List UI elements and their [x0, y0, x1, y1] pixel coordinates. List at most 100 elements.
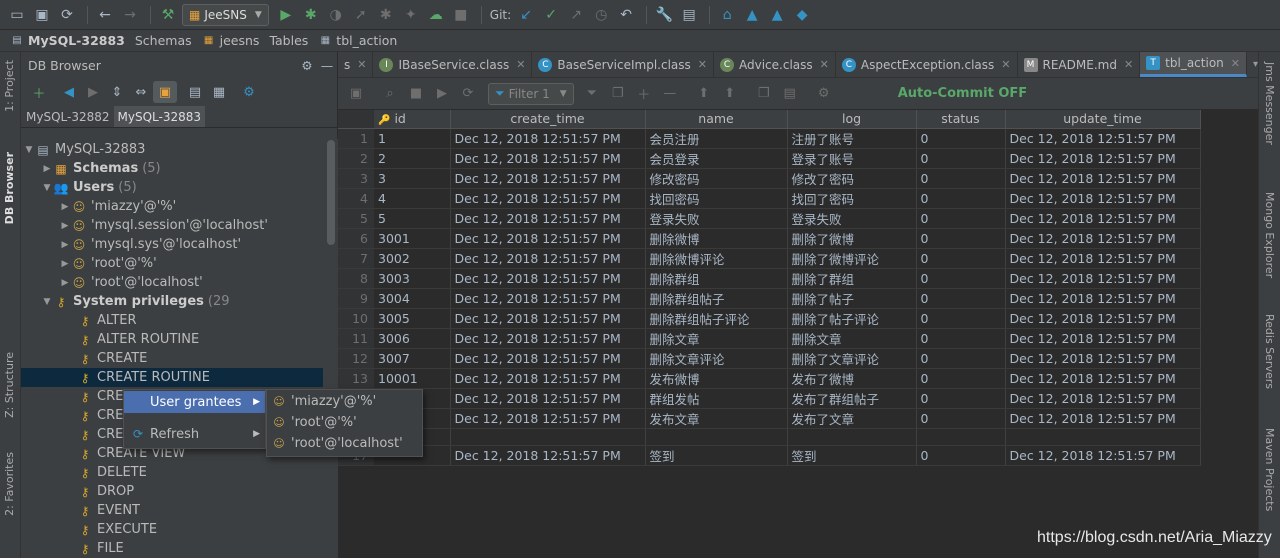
- stop-query-icon[interactable]: ■: [404, 83, 428, 105]
- run-tool-icon[interactable]: ✦: [400, 4, 422, 26]
- breadcrumb-connection[interactable]: ▤ MySQL-32883: [10, 33, 125, 48]
- tab-redis-servers[interactable]: Redis Servers: [1263, 314, 1276, 389]
- git-commit-icon[interactable]: ✓: [540, 4, 562, 26]
- table-cell[interactable]: [645, 428, 788, 446]
- table-cell[interactable]: 3005: [374, 308, 451, 329]
- table-cell[interactable]: 3004: [374, 288, 451, 309]
- clear-filter-icon[interactable]: ⏷: [580, 83, 604, 105]
- table-row[interactable]: 13 10001 Dec 12, 2018 12:51:57 PM 发布微博 发布了微博…: [338, 368, 1201, 389]
- table-cell[interactable]: 0: [916, 368, 1006, 389]
- copy-icon[interactable]: ❐: [752, 83, 776, 105]
- table-cell[interactable]: 签到: [645, 445, 788, 466]
- table-row[interactable]: 9 3004 Dec 12, 2018 12:51:57 PM 删除群组帖子 删除了帖子…: [338, 288, 1201, 309]
- table-cell[interactable]: Dec 12, 2018 12:51:57 PM: [450, 228, 646, 249]
- navigate-back-icon[interactable]: ◀: [57, 81, 81, 103]
- tab-db-browser[interactable]: DB Browser: [3, 152, 16, 224]
- table-cell[interactable]: Dec 12, 2018 12:51:57 PM: [1005, 128, 1201, 149]
- tree-user[interactable]: ▶ ☺ 'mysql.session'@'localhost': [21, 216, 326, 235]
- tree-system-privileges[interactable]: ▼ ⚷ System privileges (29: [21, 292, 326, 311]
- tab-aspectexception[interactable]: C AspectException.class ✕: [836, 52, 1018, 77]
- open-sql-console-icon[interactable]: ▤: [183, 81, 207, 103]
- tree-privilege[interactable]: ⚷ CREATE: [21, 349, 326, 368]
- close-icon[interactable]: ✕: [820, 58, 829, 71]
- table-cell[interactable]: 删除文章评论: [645, 348, 788, 369]
- table-cell[interactable]: 0: [916, 308, 1006, 329]
- azure-deploy-icon[interactable]: ⌂: [716, 4, 738, 26]
- table-cell[interactable]: Dec 12, 2018 12:51:57 PM: [1005, 328, 1201, 349]
- collapse-all-icon[interactable]: ⇔: [129, 81, 153, 103]
- table-cell[interactable]: Dec 12, 2018 12:51:57 PM: [1005, 148, 1201, 169]
- table-cell[interactable]: 4: [374, 188, 451, 209]
- coverage-icon[interactable]: ◑: [325, 4, 347, 26]
- connection-settings-icon[interactable]: ▦: [207, 81, 231, 103]
- git-revert-icon[interactable]: ↶: [615, 4, 637, 26]
- table-cell[interactable]: 删除了帖子评论: [787, 308, 917, 329]
- tree-user[interactable]: ▶ ☺ 'root'@'localhost': [21, 273, 326, 292]
- tree-privilege[interactable]: ⚷ FILE: [21, 539, 326, 558]
- table-cell[interactable]: Dec 12, 2018 12:51:57 PM: [1005, 445, 1201, 466]
- table-cell[interactable]: Dec 12, 2018 12:51:57 PM: [450, 168, 646, 189]
- save-icon[interactable]: ▣: [31, 4, 53, 26]
- export-icon[interactable]: ▤: [778, 83, 802, 105]
- table-cell[interactable]: 0: [916, 348, 1006, 369]
- table-cell[interactable]: Dec 12, 2018 12:51:57 PM: [450, 128, 646, 149]
- table-row[interactable]: 4 4 Dec 12, 2018 12:51:57 PM 找回密码 找回了密码 0 Dec …: [338, 188, 1201, 209]
- table-cell[interactable]: 删除了微博: [787, 228, 917, 249]
- table-cell[interactable]: Dec 12, 2018 12:51:57 PM: [450, 408, 646, 429]
- azure-icon[interactable]: ▲: [741, 4, 763, 26]
- table-cell[interactable]: Dec 12, 2018 12:51:57 PM: [1005, 208, 1201, 229]
- tab-structure[interactable]: Z: Structure: [3, 352, 16, 418]
- table-cell[interactable]: 0: [916, 328, 1006, 349]
- table-cell[interactable]: 删除群组帖子评论: [645, 308, 788, 329]
- table-cell[interactable]: 删除了微博评论: [787, 248, 917, 269]
- stop-icon[interactable]: ■: [450, 4, 472, 26]
- table-cell[interactable]: 1: [374, 128, 451, 149]
- table-cell[interactable]: 删除了文章评论: [787, 348, 917, 369]
- back-icon[interactable]: ←: [94, 4, 116, 26]
- table-cell[interactable]: Dec 12, 2018 12:51:57 PM: [1005, 308, 1201, 329]
- table-cell[interactable]: 0: [916, 288, 1006, 309]
- table-cell[interactable]: Dec 12, 2018 12:51:57 PM: [450, 308, 646, 329]
- tree-privilege[interactable]: ⚷ EXECUTE: [21, 520, 326, 539]
- table-cell[interactable]: Dec 12, 2018 12:51:57 PM: [450, 445, 646, 466]
- table-cell[interactable]: Dec 12, 2018 12:51:57 PM: [450, 288, 646, 309]
- reload-icon[interactable]: ⟳: [456, 83, 480, 105]
- table-cell[interactable]: 删除微博评论: [645, 248, 788, 269]
- table-cell[interactable]: 会员登录: [645, 148, 788, 169]
- table-cell[interactable]: 0: [916, 388, 1006, 409]
- run-configuration-select[interactable]: ▦ JeeSNS ▼: [182, 3, 269, 26]
- tab-jms-messenger[interactable]: Jms Messenger: [1263, 62, 1276, 145]
- table-cell[interactable]: 10001: [374, 368, 451, 389]
- table-cell[interactable]: 登录了账号: [787, 148, 917, 169]
- table-cell[interactable]: 发布微博: [645, 368, 788, 389]
- table-cell[interactable]: 0: [916, 445, 1006, 466]
- commit-icon[interactable]: ⬆: [692, 83, 716, 105]
- git-history-icon[interactable]: ◷: [590, 4, 612, 26]
- tab-editor-truncated[interactable]: s ✕: [338, 52, 374, 77]
- table-row[interactable]: 5 5 Dec 12, 2018 12:51:57 PM 登录失败 登录失败 0 Dec 1…: [338, 208, 1201, 229]
- tree-user[interactable]: ▶ ☺ 'miazzy'@'%': [21, 197, 326, 216]
- table-cell[interactable]: Dec 12, 2018 12:51:57 PM: [1005, 168, 1201, 189]
- table-row[interactable]: 12 3007 Dec 12, 2018 12:51:57 PM 删除文章评论 删除了文…: [338, 348, 1201, 369]
- table-cell[interactable]: Dec 12, 2018 12:51:57 PM: [1005, 228, 1201, 249]
- tree-root-connection[interactable]: ▼ ▤ MySQL-32883: [21, 140, 326, 159]
- table-row[interactable]: 8 3003 Dec 12, 2018 12:51:57 PM 删除群组 删除了群组 0 D…: [338, 268, 1201, 289]
- tab-mysql-32882[interactable]: MySQL-32882: [22, 106, 114, 127]
- table-cell[interactable]: Dec 12, 2018 12:51:57 PM: [450, 368, 646, 389]
- search-icon[interactable]: ⌕: [378, 83, 402, 105]
- column-header-id[interactable]: 🔑 id: [374, 110, 451, 129]
- table-cell[interactable]: 删除群组: [645, 268, 788, 289]
- tab-tbl-action[interactable]: T tbl_action ✕: [1140, 52, 1247, 77]
- table-cell[interactable]: 0: [916, 268, 1006, 289]
- close-icon[interactable]: ✕: [1001, 58, 1010, 71]
- menu-item-refresh[interactable]: ⟳ Refresh ▶: [124, 423, 265, 445]
- table-cell[interactable]: Dec 12, 2018 12:51:57 PM: [450, 388, 646, 409]
- table-cell[interactable]: Dec 12, 2018 12:51:57 PM: [1005, 368, 1201, 389]
- table-cell[interactable]: 删除群组帖子: [645, 288, 788, 309]
- rollback-icon[interactable]: ⬆: [718, 83, 742, 105]
- table-cell[interactable]: 0: [916, 128, 1006, 149]
- table-cell[interactable]: 修改了密码: [787, 168, 917, 189]
- table-cell[interactable]: 0: [916, 188, 1006, 209]
- table-cell[interactable]: 发布文章: [645, 408, 788, 429]
- lock-icon[interactable]: ▣: [344, 83, 368, 105]
